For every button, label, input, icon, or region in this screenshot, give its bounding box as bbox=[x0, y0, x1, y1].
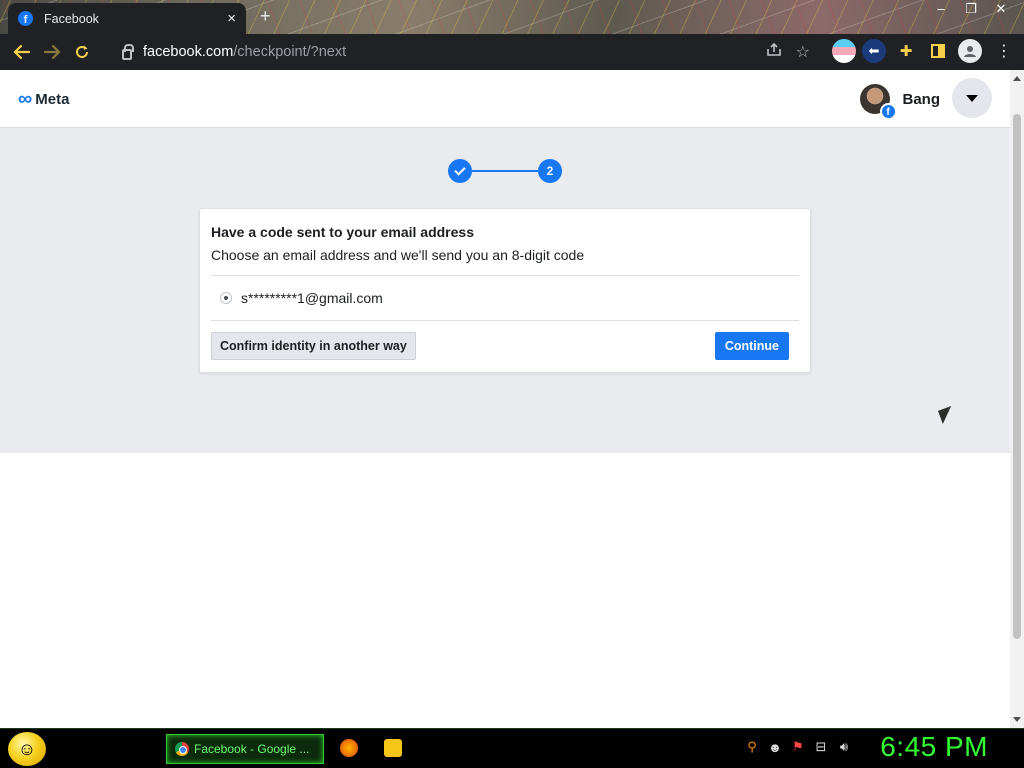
confirm-another-way-button[interactable]: Confirm identity in another way bbox=[211, 332, 416, 360]
scroll-down-arrow-icon[interactable] bbox=[1013, 717, 1021, 722]
bookmark-star-icon[interactable]: ☆ bbox=[796, 42, 810, 62]
email-option-label[interactable]: s*********1@gmail.com bbox=[241, 290, 383, 306]
chrome-icon bbox=[175, 742, 189, 756]
start-smiley-icon[interactable]: ☺ bbox=[8, 732, 46, 766]
address-bar[interactable]: facebook.com/checkpoint/?next ☆ bbox=[110, 37, 820, 67]
facebook-header: ∞ Meta f Bang bbox=[0, 70, 1010, 128]
progress-stepper: 2 bbox=[448, 159, 562, 183]
browser-tab-facebook[interactable]: f Facebook × bbox=[8, 3, 246, 34]
mouse-cursor-icon bbox=[938, 406, 956, 424]
window-controls: – ❐ ✕ bbox=[926, 1, 1016, 17]
divider bbox=[211, 275, 799, 276]
meta-wordmark: Meta bbox=[35, 90, 70, 108]
lock-icon[interactable] bbox=[122, 43, 134, 60]
extensions-puzzle-icon[interactable]: ✚ bbox=[894, 39, 918, 63]
back-arrow-icon[interactable] bbox=[7, 37, 37, 67]
page-content: ∞ Meta f Bang 2 Have a code sent to your… bbox=[0, 70, 1010, 728]
email-option[interactable]: s*********1@gmail.com bbox=[220, 290, 383, 306]
tab-close-icon[interactable]: × bbox=[227, 11, 236, 26]
volume-icon[interactable]: 🔊︎ bbox=[836, 739, 852, 755]
facebook-badge-icon: f bbox=[879, 103, 897, 120]
account-profile[interactable]: f Bang bbox=[859, 84, 941, 120]
page-scrollbar[interactable] bbox=[1010, 70, 1024, 728]
search-icon[interactable]: ⚲ bbox=[744, 739, 760, 755]
system-tray: ⚲ ☻ ⚑ ⊟ 🔊︎ bbox=[744, 739, 852, 755]
avatar[interactable]: f bbox=[859, 84, 897, 120]
side-panel-icon[interactable] bbox=[926, 39, 950, 63]
checkmark-icon bbox=[454, 164, 466, 176]
reload-icon[interactable] bbox=[67, 37, 97, 67]
taskbar-clock[interactable]: 6:45 PM bbox=[880, 731, 988, 763]
step-2-current: 2 bbox=[538, 159, 562, 183]
continue-button[interactable]: Continue bbox=[714, 332, 789, 360]
profile-icon[interactable] bbox=[958, 39, 982, 63]
tab-title: Facebook bbox=[44, 11, 99, 26]
taskbar-window-title: Facebook - Google ... bbox=[194, 742, 310, 756]
network-icon[interactable]: ⊟ bbox=[813, 739, 829, 755]
close-window-button[interactable]: ✕ bbox=[986, 1, 1016, 17]
facebook-favicon-icon: f bbox=[18, 11, 33, 26]
taskbar-chrome-window[interactable]: Facebook - Google ... bbox=[166, 734, 324, 764]
card-title: Have a code sent to your email address bbox=[211, 224, 474, 240]
email-code-card: Have a code sent to your email address C… bbox=[199, 208, 811, 373]
profile-name: Bang bbox=[902, 90, 941, 108]
extension-pride-icon[interactable] bbox=[832, 39, 856, 63]
url-host: facebook.com bbox=[143, 44, 234, 60]
extension-arrow-icon[interactable]: ⬅ bbox=[862, 39, 886, 63]
card-subtitle: Choose an email address and we'll send y… bbox=[211, 247, 585, 263]
scrollbar-thumb[interactable] bbox=[1013, 114, 1021, 639]
caret-down-icon bbox=[966, 94, 978, 102]
meta-infinity-icon: ∞ bbox=[18, 88, 33, 110]
browser-menu-icon[interactable]: ⋮ bbox=[992, 39, 1016, 63]
stepper-line bbox=[472, 170, 538, 172]
meta-logo[interactable]: ∞ Meta bbox=[18, 89, 69, 109]
minimize-button[interactable]: – bbox=[926, 1, 956, 17]
account-menu-button[interactable] bbox=[952, 78, 992, 118]
email-radio[interactable] bbox=[220, 292, 232, 304]
new-tab-button[interactable]: + bbox=[260, 7, 271, 25]
flag-icon[interactable]: ⚑ bbox=[790, 739, 806, 755]
emoji-tray-icon[interactable]: ☻ bbox=[767, 740, 783, 755]
taskbar: ☺ Facebook - Google ... ⚲ ☻ ⚑ ⊟ 🔊︎ 6:45 … bbox=[0, 728, 1024, 768]
restore-button[interactable]: ❐ bbox=[956, 1, 986, 17]
checkpoint-area: 2 Have a code sent to your email address… bbox=[0, 128, 1010, 453]
scroll-up-arrow-icon[interactable] bbox=[1013, 76, 1021, 81]
firefox-icon[interactable] bbox=[340, 739, 358, 757]
file-manager-icon[interactable] bbox=[384, 739, 402, 757]
divider bbox=[211, 320, 799, 321]
forward-arrow-icon[interactable] bbox=[37, 37, 67, 67]
share-icon[interactable] bbox=[766, 42, 782, 62]
radio-dot bbox=[224, 296, 228, 300]
url-path: /checkpoint/?next bbox=[233, 44, 347, 60]
step-1-complete bbox=[448, 159, 472, 183]
browser-tabstrip: f Facebook × + – ❐ ✕ bbox=[0, 0, 1024, 34]
